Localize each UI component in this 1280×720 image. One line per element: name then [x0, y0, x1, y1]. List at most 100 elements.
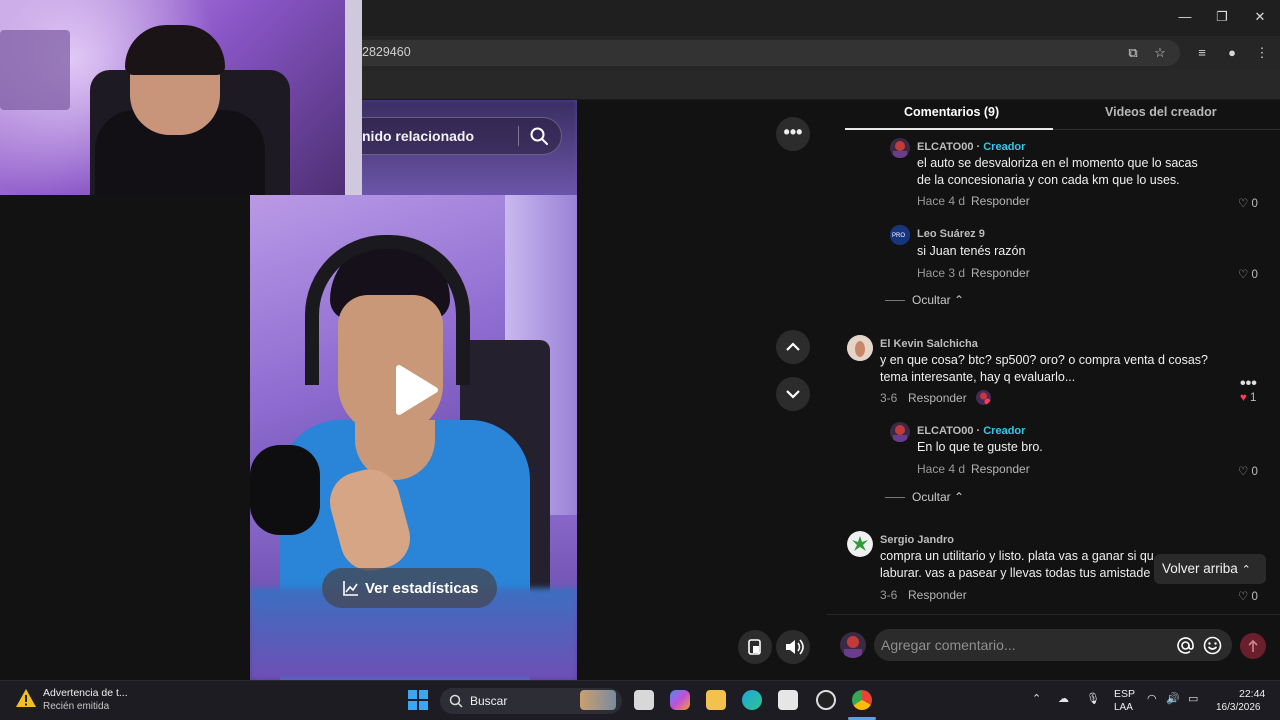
creator-badge: Creador: [983, 425, 1026, 437]
comment-username[interactable]: Leo Suárez 9: [917, 228, 985, 240]
comment-username[interactable]: Sergio Jandro: [880, 534, 954, 546]
hide-replies-button[interactable]: Ocultar ⌃: [912, 490, 964, 504]
install-app-icon[interactable]: ⧉: [1123, 43, 1143, 63]
comment-input-placeholder: Agregar comentario...: [881, 637, 1016, 653]
arrow-up-icon: [1248, 639, 1258, 652]
hide-divider: [885, 300, 905, 301]
avatar[interactable]: [847, 335, 873, 361]
background-area: [0, 195, 250, 680]
language-label[interactable]: ESP: [1114, 688, 1135, 700]
volume-icon[interactable]: 🔊: [1166, 692, 1180, 705]
send-comment-button[interactable]: [1240, 633, 1266, 659]
chart-icon: [343, 581, 358, 596]
reply-button[interactable]: Responder: [971, 462, 1030, 476]
comment-time: Hace 4 d: [917, 462, 966, 476]
comment-text: el auto se desvaloriza en el momento que…: [917, 156, 1198, 187]
heart-icon: ♡: [1238, 466, 1249, 478]
reply-button[interactable]: Responder: [908, 588, 967, 602]
comment-username[interactable]: ELCATO00 · Creador: [917, 141, 1025, 153]
restore-icon[interactable]: ❐: [1212, 8, 1232, 26]
heart-filled-icon: ♥: [1240, 392, 1247, 404]
search-icon[interactable]: [528, 125, 550, 147]
heart-icon: ♡: [1238, 198, 1249, 210]
comment-text: compra un utilitario y listo. plata vas …: [880, 549, 1154, 580]
file-explorer-icon[interactable]: [706, 690, 726, 710]
hide-replies-button[interactable]: Ocultar ⌃: [912, 293, 964, 307]
minimize-icon[interactable]: —: [1175, 8, 1195, 26]
chevron-up-icon: ⌃: [954, 293, 965, 307]
microphone-icon[interactable]: 🎙: [1086, 692, 1100, 705]
next-video-button[interactable]: [776, 377, 810, 411]
notification-subtitle: Recién emitida: [43, 701, 110, 712]
copilot-icon[interactable]: [670, 690, 690, 710]
search-divider: [518, 126, 519, 146]
like-button[interactable]: ♡ 0: [1238, 464, 1258, 478]
like-button[interactable]: ♥ 1: [1240, 392, 1256, 404]
double-chevron-up-icon: ⌃: [1241, 564, 1251, 576]
warning-icon[interactable]: [15, 688, 37, 708]
edge-icon[interactable]: [742, 690, 762, 710]
comment-time: 3-6: [880, 588, 898, 602]
tab-creator-videos[interactable]: Videos del creador: [1105, 105, 1217, 119]
mini-player-button[interactable]: [738, 630, 772, 664]
emoji-icon[interactable]: [1203, 636, 1222, 655]
clock-date[interactable]: 16/3/2026: [1216, 702, 1261, 713]
bookmark-star-icon[interactable]: ☆: [1150, 43, 1170, 63]
battery-icon[interactable]: ▭: [1188, 692, 1198, 705]
comment-username[interactable]: El Kevin Salchicha: [880, 338, 978, 350]
more-options-icon[interactable]: •••: [776, 117, 810, 151]
store-icon[interactable]: [778, 690, 798, 710]
heart-icon: ♡: [1238, 269, 1249, 281]
like-button[interactable]: ♡ 0: [1238, 267, 1258, 281]
taskbar-search-label: Buscar: [470, 694, 508, 708]
chevron-up-icon: [786, 342, 800, 351]
browser-menu-icon[interactable]: ⋮: [1252, 43, 1272, 63]
comment-username[interactable]: ELCATO00 · Creador: [917, 425, 1025, 437]
active-tab-indicator: [845, 128, 1053, 130]
media-control-icon[interactable]: ≡: [1192, 43, 1212, 63]
comment-text: En lo que te guste bro.: [917, 440, 1043, 454]
keyboard-layout-label[interactable]: LAA: [1114, 702, 1133, 713]
svg-text:PRO: PRO: [892, 233, 905, 239]
avatar[interactable]: PRO: [890, 225, 910, 245]
tab-comments[interactable]: Comentarios (9): [904, 105, 999, 119]
like-button[interactable]: ♡ 0: [1238, 196, 1258, 210]
notification-title[interactable]: Advertencia de t...: [43, 687, 128, 699]
chevron-down-icon: [786, 390, 800, 399]
windows-start-icon[interactable]: [408, 690, 428, 710]
comment-more-icon[interactable]: •••: [1240, 375, 1257, 393]
comment-time: Hace 3 d: [917, 266, 966, 280]
related-search-text[interactable]: nido relacionado: [362, 128, 474, 144]
hide-divider: [885, 497, 905, 498]
chevron-up-icon[interactable]: ⌃: [1032, 692, 1041, 705]
url-text[interactable]: 2829460: [362, 45, 411, 59]
reply-button[interactable]: Responder: [971, 194, 1030, 208]
play-icon[interactable]: [393, 364, 439, 416]
creator-badge: Creador: [983, 141, 1026, 153]
avatar[interactable]: [890, 422, 910, 442]
previous-video-button[interactable]: [776, 330, 810, 364]
mention-icon[interactable]: [1176, 636, 1195, 655]
chevron-up-icon: ⌃: [954, 490, 965, 504]
reply-button[interactable]: Responder: [908, 391, 967, 405]
back-to-top-label: Volver arriba ⌃: [1162, 561, 1251, 576]
chrome-icon[interactable]: [852, 690, 872, 710]
avatar[interactable]: [890, 138, 910, 158]
comment-time: Hace 4 d: [917, 194, 966, 208]
task-view-icon[interactable]: [634, 690, 654, 710]
app-icon[interactable]: [816, 690, 836, 710]
onedrive-icon[interactable]: ☁: [1058, 692, 1069, 705]
wifi-icon[interactable]: ◠: [1147, 692, 1157, 705]
reply-button[interactable]: Responder: [971, 266, 1030, 280]
like-button[interactable]: ♡ 0: [1238, 589, 1258, 603]
miniplayer-icon: [748, 639, 761, 655]
search-highlight-image: [580, 690, 616, 710]
clock-time[interactable]: 22:44: [1239, 688, 1265, 700]
search-icon: [449, 694, 463, 708]
close-icon[interactable]: ✕: [1250, 8, 1270, 26]
avatar[interactable]: [847, 531, 873, 557]
comment-text: y en que cosa? btc? sp500? oro? o compra…: [880, 353, 1208, 384]
profile-icon[interactable]: ●: [1222, 43, 1242, 63]
volume-button[interactable]: [776, 630, 810, 664]
my-avatar: [840, 632, 866, 658]
